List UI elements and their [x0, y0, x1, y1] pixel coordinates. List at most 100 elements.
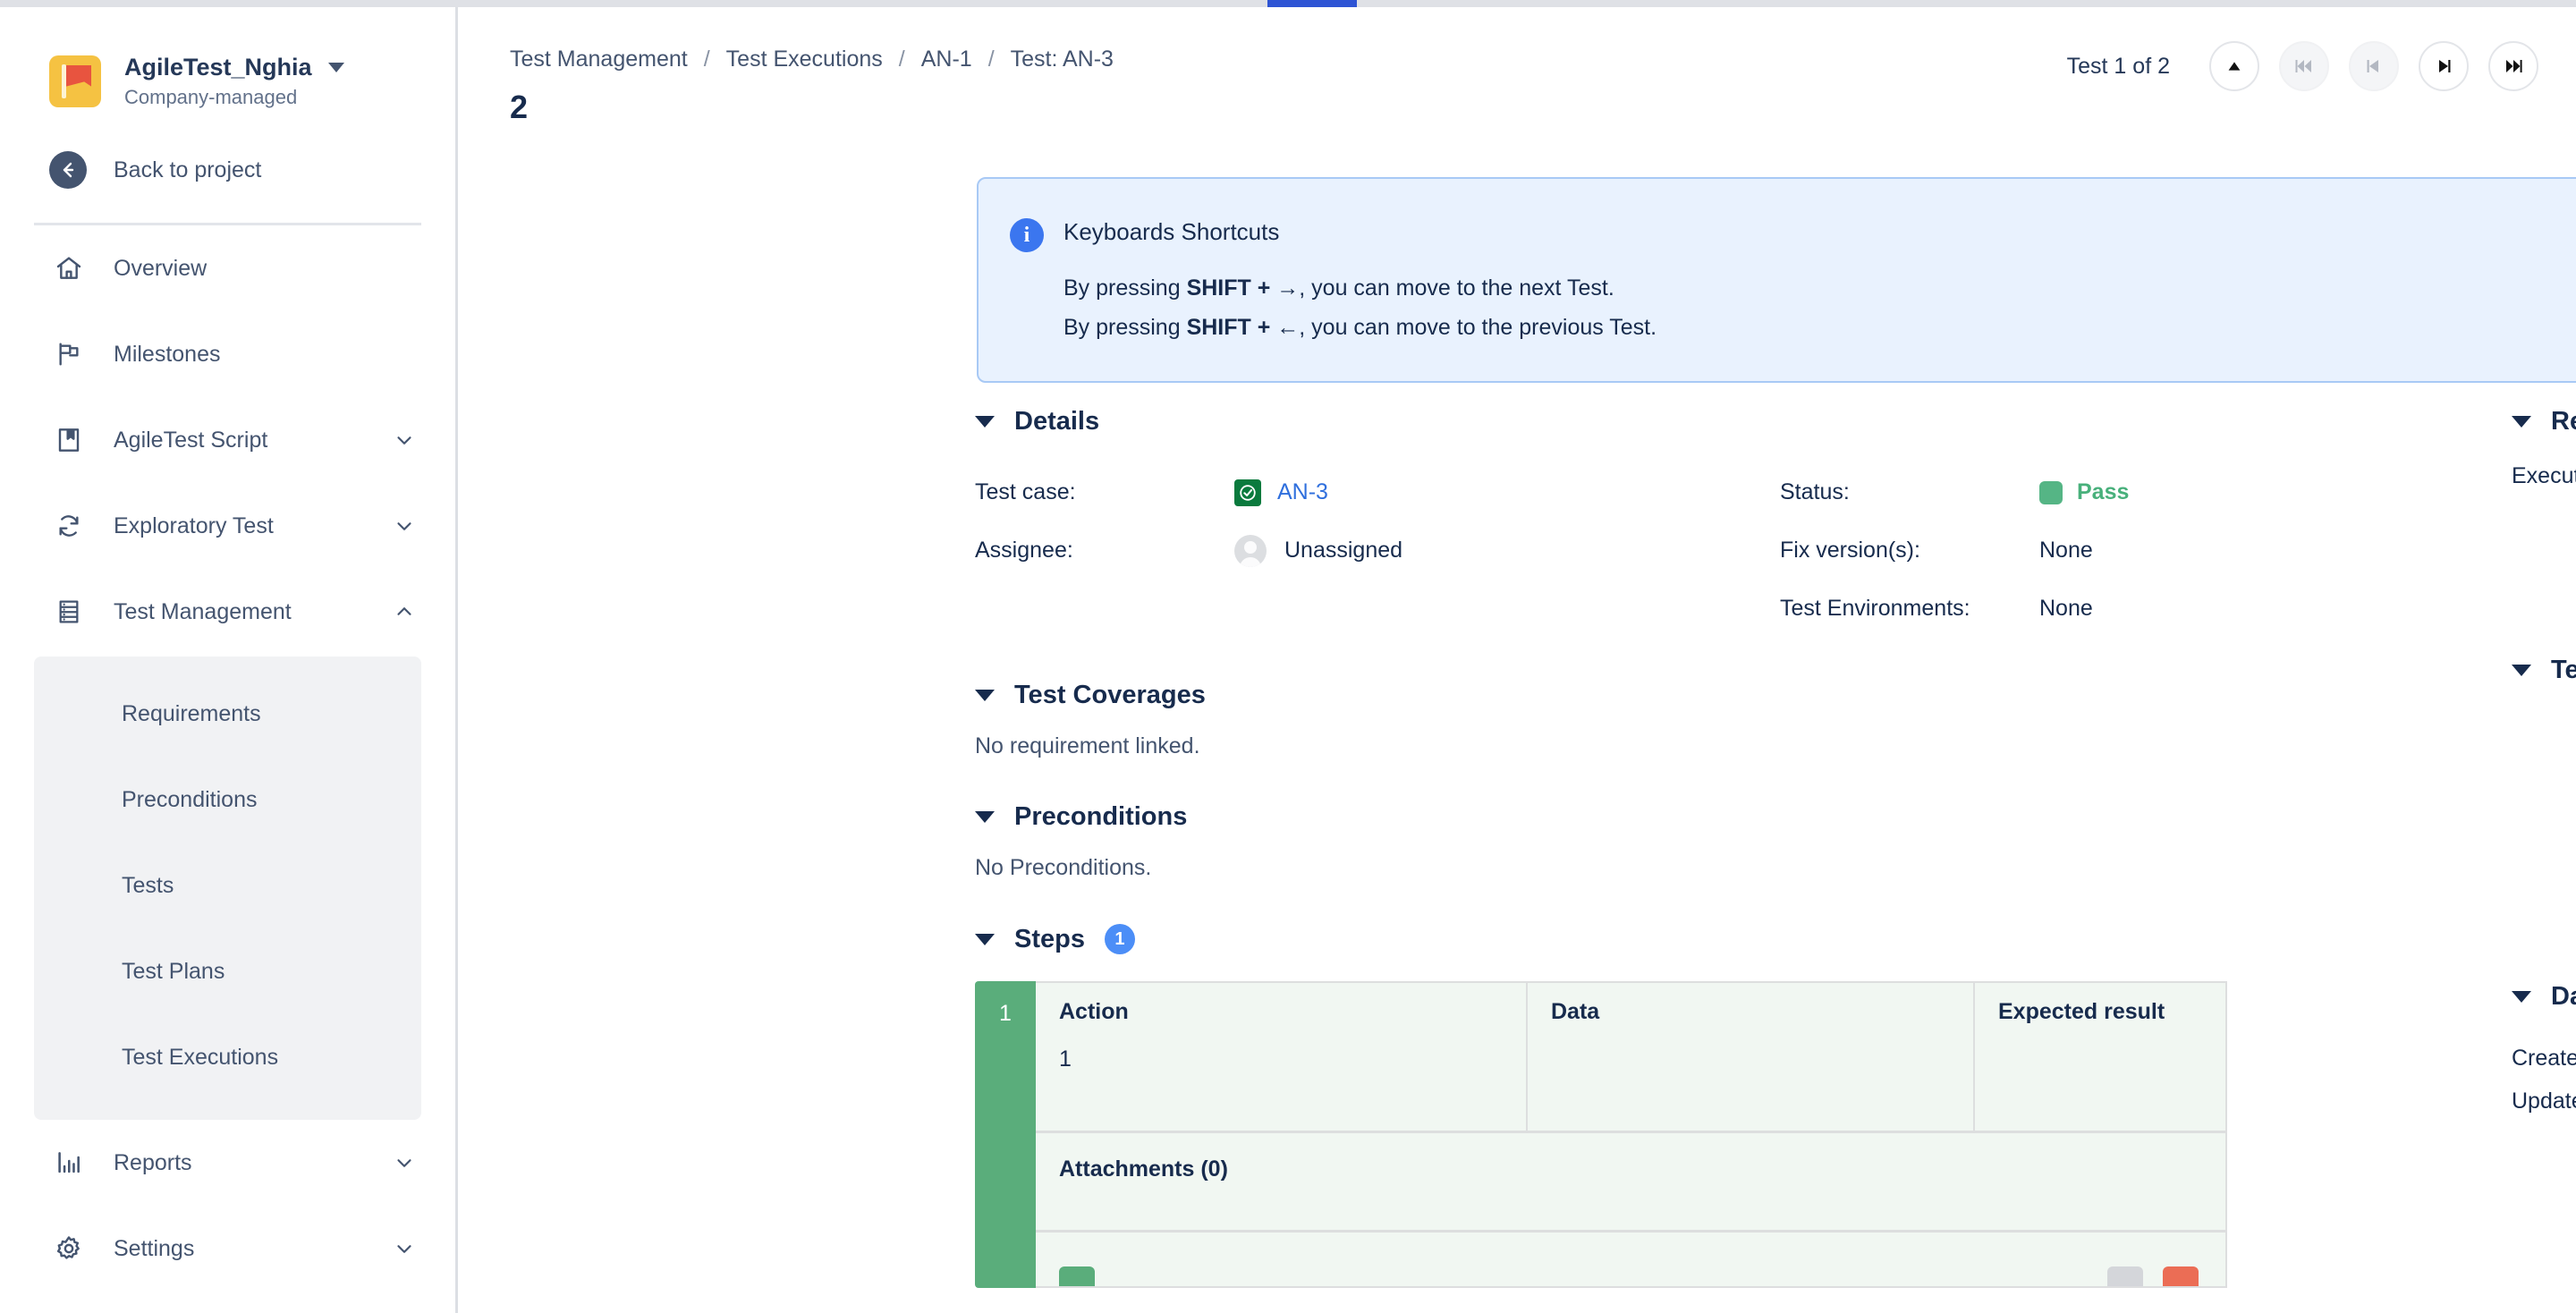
gear-icon: [49, 1234, 89, 1263]
dates-title: Dates: [2551, 982, 2576, 1012]
back-to-project-button[interactable]: Back to project: [0, 108, 455, 189]
avatar: [1234, 535, 1267, 567]
test-coverages-section-header[interactable]: Test Coverages: [975, 681, 2478, 710]
test-environments-value: None: [2039, 596, 2093, 622]
book-icon: [49, 426, 89, 454]
date-row-updated: Updated: 11/01/2024 15:14:03: [2512, 1080, 2576, 1122]
first-test-button[interactable]: [2279, 41, 2329, 91]
sidebar-subitem-test-plans[interactable]: Test Plans: [34, 928, 421, 1014]
sidebar-subitem-tests[interactable]: Tests: [34, 843, 421, 928]
sidebar-item-agiletest-script[interactable]: AgileTest Script: [0, 397, 455, 483]
preconditions-section-header[interactable]: Preconditions: [975, 802, 2478, 832]
dates-section-header[interactable]: Dates: [2512, 982, 2576, 1012]
preconditions-empty: No Preconditions.: [975, 855, 2478, 881]
steps-header-row: Action Data Expected result: [1036, 983, 2225, 1041]
sidebar-subitem-requirements[interactable]: Requirements: [34, 671, 421, 757]
sidebar-item-label: Reports: [114, 1150, 393, 1176]
sidebar-item-label: Overview: [114, 256, 416, 282]
sidebar-item-milestones[interactable]: Milestones: [0, 311, 455, 397]
breadcrumb-item-test-executions[interactable]: Test Executions: [726, 47, 883, 72]
column-header-data: Data: [1528, 983, 1975, 1041]
chevron-up-icon[interactable]: [393, 600, 416, 623]
attachments-label: Attachments (0): [1036, 1133, 2225, 1230]
banner-line2-keys: SHIFT + ←: [1187, 315, 1300, 340]
next-test-button[interactable]: [2419, 41, 2469, 91]
step-status-fail-chip[interactable]: [2163, 1266, 2199, 1286]
sidebar-item-label: Exploratory Test: [114, 513, 393, 539]
cell-expected-result[interactable]: [1975, 1041, 2225, 1131]
sidebar-item-label: Test Management: [114, 599, 393, 625]
test-case-check-icon: [1234, 479, 1261, 506]
project-switcher[interactable]: AgileTest_Nghia Company-managed: [0, 7, 455, 108]
result-title: Result: [2551, 407, 2576, 436]
step-index-rail: 1: [975, 981, 1036, 1288]
cell-data[interactable]: [1528, 1041, 1975, 1131]
breadcrumb-item-current-test: Test: AN-3: [1011, 47, 1114, 72]
steps-count-badge: 1: [1105, 924, 1135, 954]
table-row[interactable]: 1: [1036, 1041, 2225, 1131]
bar-chart-icon: [49, 1148, 89, 1177]
last-test-button[interactable]: [2488, 41, 2538, 91]
collapse-triangle-icon[interactable]: [2512, 416, 2531, 428]
chevron-down-icon[interactable]: [393, 514, 416, 538]
cell-action[interactable]: 1: [1036, 1041, 1528, 1131]
page-progress-track: [0, 0, 2576, 7]
page-progress-fill: [1267, 0, 1357, 7]
details-title: Details: [1014, 407, 1099, 436]
steps-section-header[interactable]: Steps 1: [975, 924, 2478, 954]
collapse-triangle-icon[interactable]: [975, 690, 995, 701]
test-management-subnav: Requirements Preconditions Tests Test Pl…: [34, 656, 421, 1120]
collapse-triangle-icon[interactable]: [2512, 991, 2531, 1003]
collapse-triangle-icon[interactable]: [975, 811, 995, 823]
execution-status-label: Execution Status:: [2512, 463, 2576, 489]
banner-line1-keys: SHIFT + →: [1187, 275, 1300, 301]
sidebar-subitem-test-executions[interactable]: Test Executions: [34, 1014, 421, 1100]
detail-label-test-case: Test case:: [975, 479, 1234, 505]
detail-label-status: Status:: [1780, 479, 2039, 505]
sidebar-item-exploratory-test[interactable]: Exploratory Test: [0, 483, 455, 569]
sidebar-item-settings[interactable]: Settings: [0, 1206, 455, 1292]
chevron-down-icon[interactable]: [393, 1151, 416, 1174]
sidebar-subitem-preconditions[interactable]: Preconditions: [34, 757, 421, 843]
steps-table: 1 Action Data Expected result 1 Attachme…: [975, 981, 2227, 1288]
breadcrumb-item-an-1[interactable]: AN-1: [921, 47, 972, 72]
sidebar-item-label: Settings: [114, 1236, 393, 1262]
chevron-down-icon[interactable]: [393, 428, 416, 452]
banner-title: Keyboards Shortcuts: [1063, 218, 1279, 246]
detail-label-test-environments: Test Environments:: [1780, 596, 2039, 622]
step-status-footer: [1036, 1233, 2225, 1286]
test-coverages-title: Test Coverages: [1014, 681, 1206, 710]
step-status-todo-chip[interactable]: [2107, 1266, 2143, 1286]
chevron-down-icon[interactable]: [328, 63, 344, 72]
previous-test-button[interactable]: [2349, 41, 2399, 91]
sidebar-item-test-management[interactable]: Test Management: [0, 569, 455, 655]
sidebar-item-overview[interactable]: Overview: [0, 225, 455, 311]
test-information-section-header[interactable]: Test Information: [2512, 656, 2576, 685]
home-icon: [49, 254, 89, 283]
keyboard-shortcuts-banner: i Keyboards Shortcuts By pressing SHIFT …: [977, 177, 2576, 383]
steps-title: Steps: [1014, 925, 1085, 954]
project-name: AgileTest_Nghia: [124, 54, 312, 81]
breadcrumb-item-test-management[interactable]: Test Management: [510, 47, 688, 72]
collapse-triangle-icon[interactable]: [2512, 665, 2531, 676]
step-status-pass-chip[interactable]: [1059, 1266, 1095, 1286]
collapse-up-button[interactable]: [2209, 41, 2259, 91]
collapse-triangle-icon[interactable]: [975, 934, 995, 945]
breadcrumb-separator: /: [988, 47, 995, 72]
breadcrumb-separator: /: [704, 47, 710, 72]
assignee-value: Unassigned: [1284, 538, 1402, 563]
test-information-title: Test Information: [2551, 656, 2576, 685]
breadcrumb-separator: /: [899, 47, 905, 72]
collapse-triangle-icon[interactable]: [975, 416, 995, 428]
chevron-down-icon[interactable]: [393, 1237, 416, 1260]
dates-list: Created: 11/01/2024 15:13:22 Updated: 11…: [2512, 1037, 2576, 1122]
column-header-expected-result: Expected result: [1975, 983, 2225, 1041]
sidebar-item-reports[interactable]: Reports: [0, 1120, 455, 1206]
date-key: Created:: [2512, 1046, 2576, 1072]
date-key: Updated:: [2512, 1089, 2576, 1114]
details-section-header[interactable]: Details: [975, 407, 2478, 436]
pager-label: Test 1 of 2: [2067, 54, 2170, 80]
test-case-link[interactable]: AN-3: [1277, 479, 1328, 505]
server-icon: [49, 597, 89, 626]
result-section-header[interactable]: Result: [2512, 407, 2576, 436]
